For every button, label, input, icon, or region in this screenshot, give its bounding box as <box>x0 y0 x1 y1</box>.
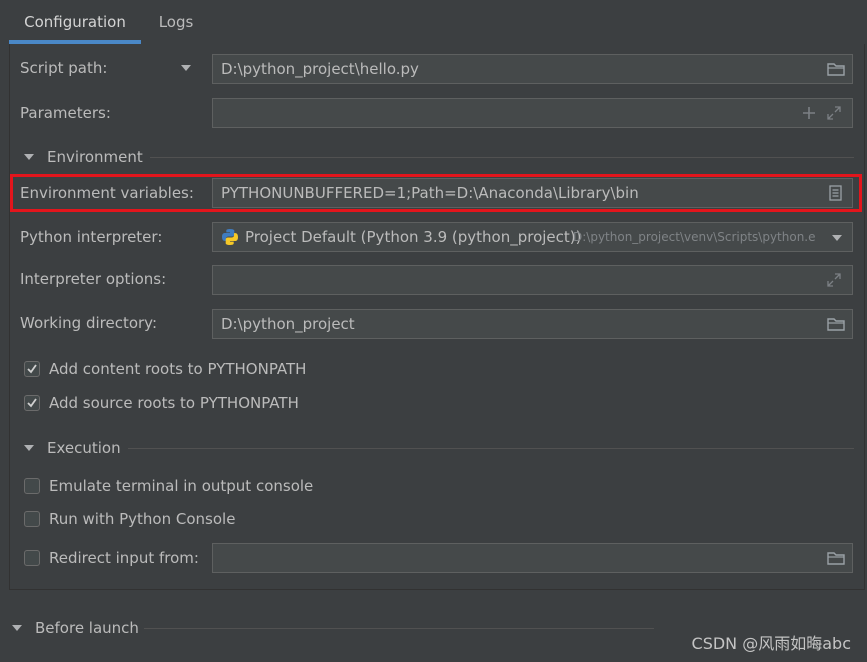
chevron-down-icon <box>24 154 34 160</box>
checkmark-icon <box>27 398 37 408</box>
script-type-dropdown[interactable] <box>178 60 194 76</box>
section-divider <box>150 157 854 158</box>
script-path-field[interactable]: D:\python_project\hello.py <box>212 54 853 84</box>
environment-section-toggle[interactable]: Environment <box>24 146 164 168</box>
tab-logs[interactable]: Logs <box>148 0 204 44</box>
plus-icon[interactable] <box>801 105 819 121</box>
before-launch-title: Before launch <box>35 619 139 637</box>
folder-icon[interactable] <box>827 61 845 77</box>
add-source-roots-checkbox[interactable] <box>24 395 40 411</box>
chevron-down-icon <box>829 230 845 246</box>
execution-section-title: Execution <box>47 439 121 457</box>
checkmark-icon <box>27 364 37 374</box>
working-directory-value: D:\python_project <box>221 315 355 333</box>
environment-section-title: Environment <box>47 148 143 166</box>
highlight-box <box>10 174 862 212</box>
script-path-label: Script path: <box>20 59 108 77</box>
folder-icon[interactable] <box>827 550 845 566</box>
interpreter-options-field[interactable] <box>212 265 853 295</box>
section-divider <box>144 628 654 629</box>
expand-icon[interactable] <box>826 272 844 288</box>
emulate-terminal-checkbox[interactable] <box>24 478 40 494</box>
run-python-console-label: Run with Python Console <box>49 510 236 528</box>
interpreter-options-label: Interpreter options: <box>20 270 167 288</box>
interpreter-value: Project Default (Python 3.9 (python_proj… <box>245 228 582 246</box>
chevron-down-icon <box>12 625 22 631</box>
script-path-value: D:\python_project\hello.py <box>221 60 419 78</box>
section-divider <box>128 448 854 449</box>
add-content-roots-label: Add content roots to PYTHONPATH <box>49 360 307 378</box>
python-interpreter-label: Python interpreter: <box>20 228 163 246</box>
execution-section-toggle[interactable]: Execution <box>24 437 144 459</box>
redirect-input-checkbox[interactable] <box>24 550 40 566</box>
run-python-console-checkbox[interactable] <box>24 511 40 527</box>
before-launch-toggle[interactable]: Before launch <box>12 617 142 639</box>
redirect-input-field[interactable] <box>212 543 853 573</box>
folder-icon[interactable] <box>827 316 845 332</box>
chevron-down-icon <box>24 445 34 451</box>
add-content-roots-checkbox[interactable] <box>24 361 40 377</box>
watermark: CSDN @风雨如晦abc <box>691 634 851 653</box>
parameters-label: Parameters: <box>20 104 111 122</box>
python-logo-icon <box>221 228 239 246</box>
chevron-down-icon <box>181 65 191 71</box>
python-interpreter-select[interactable]: Project Default (Python 3.9 (python_proj… <box>212 222 853 252</box>
redirect-input-label: Redirect input from: <box>49 549 199 567</box>
emulate-terminal-label: Emulate terminal in output console <box>49 477 314 495</box>
tab-bar: Configuration Logs <box>0 0 867 44</box>
tab-configuration[interactable]: Configuration <box>9 0 141 44</box>
add-source-roots-label: Add source roots to PYTHONPATH <box>49 394 299 412</box>
parameters-field[interactable] <box>212 98 853 128</box>
working-directory-label: Working directory: <box>20 314 158 332</box>
working-directory-field[interactable]: D:\python_project <box>212 309 853 339</box>
interpreter-path: D:\python_project\venv\Scripts\python.e <box>573 230 816 244</box>
expand-icon[interactable] <box>826 105 844 121</box>
